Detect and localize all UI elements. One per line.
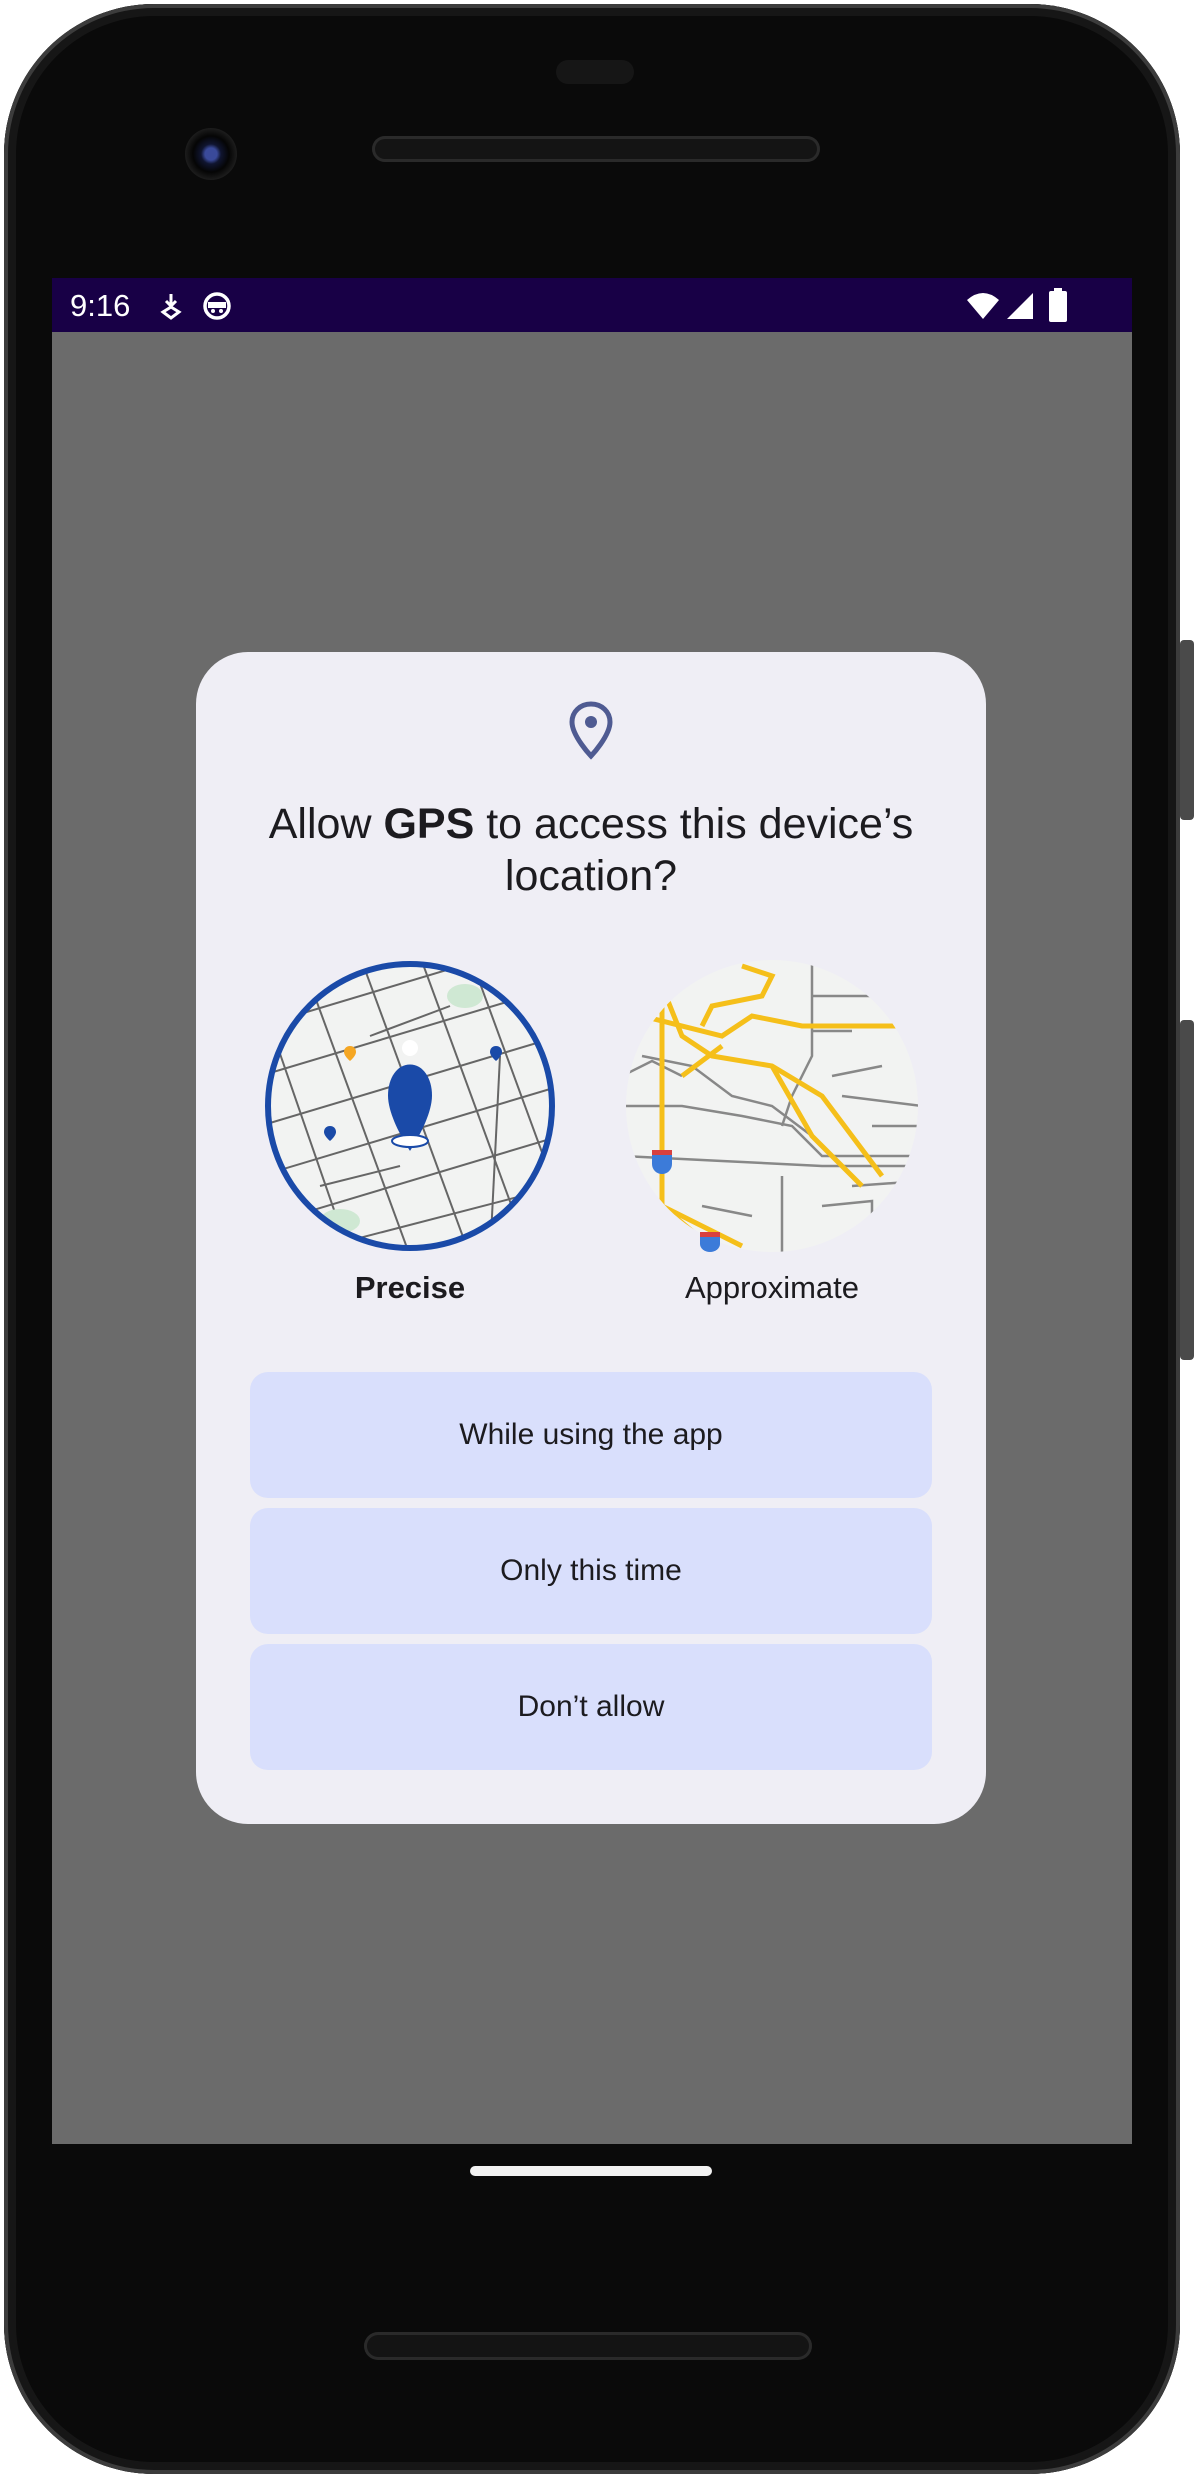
bottom-speaker-grille xyxy=(364,2332,812,2360)
status-time: 9:16 xyxy=(70,288,131,323)
screen: 9:16 Allow GPS to access this device’s l… xyxy=(52,278,1132,2144)
title-prefix: Allow xyxy=(268,800,384,848)
dialog-buttons: While using the app Only this time Don’t… xyxy=(250,1372,932,1780)
volume-rocker xyxy=(1180,1020,1194,1360)
approximate-map-icon[interactable] xyxy=(622,956,922,1256)
cellular-signal-icon xyxy=(1007,293,1033,319)
only-this-time-button[interactable]: Only this time xyxy=(250,1508,932,1634)
power-button xyxy=(1180,640,1194,820)
dim-scrim: Allow GPS to access this device’s locati… xyxy=(52,332,1132,2144)
phone-frame: 9:16 Allow GPS to access this device’s l… xyxy=(0,0,1194,2480)
location-pin-icon xyxy=(569,701,613,760)
top-speaker-grille xyxy=(372,136,820,162)
battery-icon xyxy=(1049,288,1067,322)
precise-label: Precise xyxy=(354,1270,466,1305)
location-permission-dialog: Allow GPS to access this device’s locati… xyxy=(196,652,986,1824)
title-suffix: to access this device’s location? xyxy=(474,800,914,900)
status-bar: 9:16 xyxy=(52,278,1132,332)
top-sensor xyxy=(556,60,634,84)
home-gesture-bar[interactable] xyxy=(470,2166,712,2176)
approximate-label: Approximate xyxy=(684,1270,860,1305)
dont-allow-button[interactable]: Don’t allow xyxy=(250,1644,932,1770)
dialog-title: Allow GPS to access this device’s locati… xyxy=(236,798,946,902)
wifi-icon xyxy=(967,293,999,319)
download-notification-icon xyxy=(160,294,182,320)
front-camera xyxy=(185,128,237,180)
app-name: GPS xyxy=(383,800,475,848)
android-robot-icon xyxy=(203,292,231,320)
precise-map-icon[interactable] xyxy=(260,956,560,1256)
while-using-app-button[interactable]: While using the app xyxy=(250,1372,932,1498)
